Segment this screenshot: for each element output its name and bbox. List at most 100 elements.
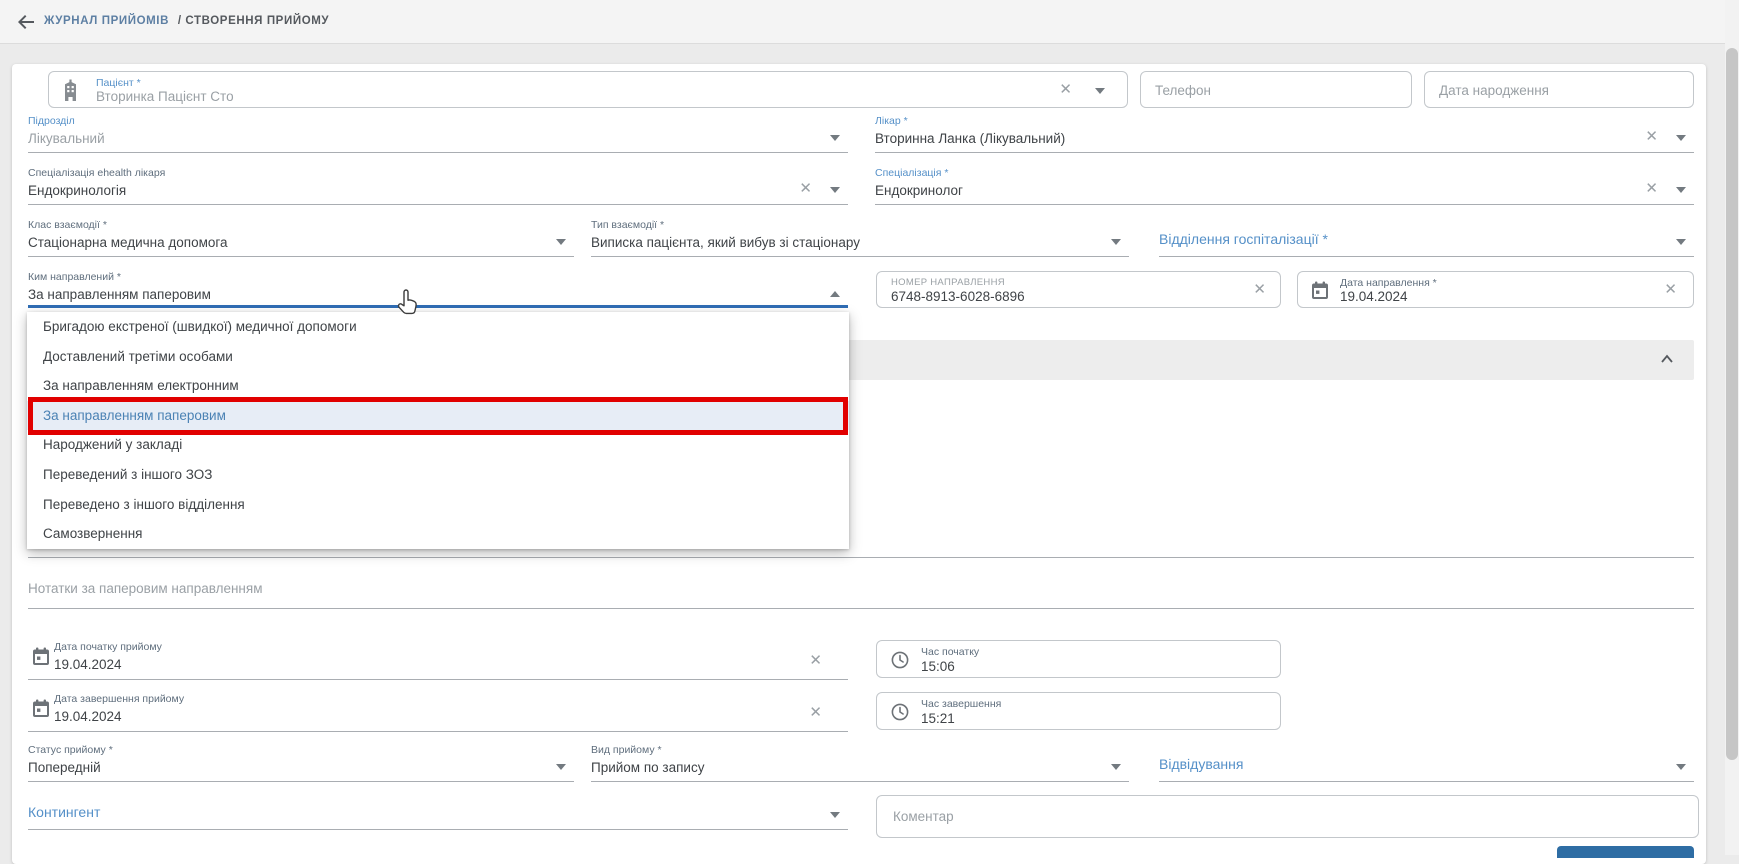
interaction-type-label: Тип взаємодії *	[591, 219, 1129, 232]
referral-number-value: 6748-8913-6028-6896	[891, 289, 1025, 304]
dropdown-option[interactable]: За направленням електронним	[27, 371, 849, 401]
save-button[interactable]	[1557, 846, 1694, 858]
comment-placeholder: Коментар	[893, 809, 954, 824]
contingent-label: Контингент	[28, 804, 100, 820]
clear-icon[interactable]: ✕	[809, 653, 822, 668]
referred-by-dropdown-menu: Бригадою екстреної (швидкої) медичної до…	[27, 312, 849, 549]
start-time-label: Час початку	[921, 646, 979, 658]
clock-icon	[890, 650, 910, 670]
paper-referral-notes-field[interactable]: Нотатки за паперовим направленням	[28, 580, 1694, 609]
chevron-down-icon[interactable]	[1111, 239, 1121, 245]
start-time-field[interactable]: Час початку 15:06	[876, 640, 1281, 678]
status-label: Статус прийому *	[28, 744, 574, 757]
chevron-down-icon[interactable]	[1111, 764, 1121, 770]
end-date-value: 19.04.2024	[54, 708, 848, 726]
chevron-down-icon[interactable]	[556, 764, 566, 770]
chevron-down-icon[interactable]	[556, 239, 566, 245]
unit-value: Лікувальний	[28, 130, 848, 148]
calendar-icon	[32, 699, 50, 718]
interaction-class-label: Клас взаємодії *	[28, 219, 574, 232]
phone-field[interactable]: Телефон	[1140, 71, 1412, 108]
attendance-label: Відвідування	[1159, 756, 1243, 772]
hidden-field-underline	[28, 557, 1694, 558]
interaction-type-field[interactable]: Тип взаємодії * Виписка пацієнта, який в…	[591, 219, 1129, 257]
dropdown-option-selected[interactable]: За направленням паперовим	[27, 401, 849, 431]
referred-by-label: Ким направлений *	[28, 271, 848, 284]
ehealth-spec-value: Ендокринологія	[28, 182, 848, 200]
doctor-value: Вторинна Ланка (Лікувальний)	[875, 130, 1694, 148]
end-time-value: 15:21	[921, 711, 955, 726]
interaction-class-field[interactable]: Клас взаємодії * Стаціонарна медична доп…	[28, 219, 574, 257]
ehealth-spec-field[interactable]: Спеціалізація ehealth лікаря Ендокриноло…	[28, 167, 848, 205]
breadcrumb: ЖУРНАЛ ПРИЙОМІВ / СТВОРЕННЯ ПРИЙОМУ	[44, 15, 329, 27]
end-date-field[interactable]: Дата завершення прийому 19.04.2024 ✕	[28, 691, 848, 732]
chevron-down-icon[interactable]	[830, 135, 840, 141]
patient-label: Пацієнт *	[96, 77, 141, 89]
doctor-field[interactable]: Лікар * Вторинна Ланка (Лікувальний) ✕	[875, 115, 1694, 153]
end-date-label: Дата завершення прийому	[54, 693, 848, 706]
chevron-down-icon[interactable]	[1676, 187, 1686, 193]
start-date-label: Дата початку прийому	[54, 641, 848, 654]
interaction-class-value: Стаціонарна медична допомога	[28, 234, 574, 252]
scrollbar-track[interactable]	[1725, 0, 1739, 855]
doctor-label: Лікар *	[875, 115, 1694, 128]
calendar-icon	[1311, 281, 1329, 300]
referral-date-field[interactable]: Дата направлення * 19.04.2024 ✕	[1297, 271, 1694, 308]
clear-icon[interactable]: ✕	[809, 705, 822, 720]
clear-icon[interactable]: ✕	[799, 181, 812, 196]
top-bar: ЖУРНАЛ ПРИЙОМІВ / СТВОРЕННЯ ПРИЙОМУ	[0, 0, 1739, 44]
dropdown-option[interactable]: Самозвернення	[27, 519, 849, 549]
chevron-down-icon[interactable]	[830, 187, 840, 193]
breadcrumb-current: / СТВОРЕННЯ ПРИЙОМУ	[178, 15, 329, 27]
referral-date-label: Дата направлення *	[1340, 277, 1437, 289]
referral-date-value: 19.04.2024	[1340, 289, 1408, 304]
scrollbar-thumb[interactable]	[1726, 48, 1738, 760]
dropdown-option[interactable]: Бригадою екстреної (швидкої) медичної до…	[27, 312, 849, 342]
specialization-label: Спеціалізація *	[875, 167, 1694, 180]
start-time-value: 15:06	[921, 659, 955, 674]
chevron-up-icon[interactable]	[830, 291, 840, 297]
unit-field[interactable]: Підрозділ Лікувальний	[28, 115, 848, 153]
dropdown-option[interactable]: Переведено з іншого відділення	[27, 490, 849, 520]
start-date-field[interactable]: Дата початку прийому 19.04.2024 ✕	[28, 639, 848, 680]
chevron-up-icon[interactable]	[1660, 354, 1674, 364]
status-field[interactable]: Статус прийому * Попередній	[28, 744, 574, 782]
breadcrumb-journal-link[interactable]: ЖУРНАЛ ПРИЙОМІВ	[44, 15, 169, 27]
dropdown-option[interactable]: Народжений у закладі	[27, 430, 849, 460]
dropdown-option[interactable]: Доставлений третіми особами	[27, 342, 849, 372]
referred-by-value: За направленням паперовим	[28, 286, 848, 304]
building-icon	[61, 79, 80, 102]
attendance-field[interactable]: Відвідування	[1159, 744, 1694, 782]
contingent-field[interactable]: Контингент	[28, 792, 848, 830]
clear-icon[interactable]: ✕	[1253, 282, 1266, 297]
status-value: Попередній	[28, 759, 574, 777]
paper-referral-notes-placeholder: Нотатки за паперовим направленням	[28, 580, 1694, 598]
end-time-field[interactable]: Час завершення 15:21	[876, 692, 1281, 730]
referred-by-field[interactable]: Ким направлений * За направленням паперо…	[28, 271, 848, 308]
chevron-down-icon[interactable]	[1676, 239, 1686, 245]
visit-kind-label: Вид прийому *	[591, 744, 1129, 757]
chevron-down-icon[interactable]	[1095, 88, 1105, 94]
start-date-value: 19.04.2024	[54, 656, 848, 674]
clear-icon[interactable]: ✕	[1664, 282, 1677, 297]
unit-label: Підрозділ	[28, 115, 848, 128]
referral-number-field[interactable]: НОМЕР НАПРАВЛЕННЯ 6748-8913-6028-6896 ✕	[876, 271, 1281, 308]
chevron-down-icon[interactable]	[830, 812, 840, 818]
patient-field[interactable]: Пацієнт * Вторинка Пацієнт Сто ✕	[48, 71, 1128, 108]
specialization-field[interactable]: Спеціалізація * Ендокринолог ✕	[875, 167, 1694, 205]
chevron-down-icon[interactable]	[1676, 135, 1686, 141]
hospital-department-field[interactable]: Відділення госпіталізації *	[1159, 219, 1694, 257]
ehealth-spec-label: Спеціалізація ehealth лікаря	[28, 167, 848, 180]
dropdown-option[interactable]: Переведений з іншого ЗОЗ	[27, 460, 849, 490]
end-time-label: Час завершення	[921, 698, 1001, 710]
back-arrow-icon[interactable]	[14, 10, 38, 34]
clear-icon[interactable]: ✕	[1059, 82, 1072, 97]
clock-icon	[890, 702, 910, 722]
clear-icon[interactable]: ✕	[1645, 181, 1658, 196]
specialization-value: Ендокринолог	[875, 182, 1694, 200]
visit-kind-field[interactable]: Вид прийому * Прийом по запису	[591, 744, 1129, 782]
birthdate-field[interactable]: Дата народження	[1424, 71, 1694, 108]
clear-icon[interactable]: ✕	[1645, 129, 1658, 144]
comment-field[interactable]: Коментар	[876, 795, 1699, 838]
chevron-down-icon[interactable]	[1676, 764, 1686, 770]
